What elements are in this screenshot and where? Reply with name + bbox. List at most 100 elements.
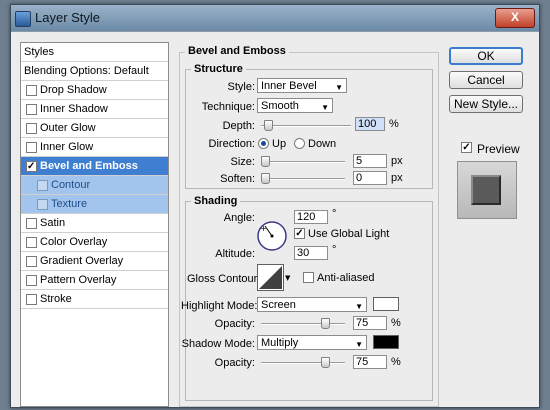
shadow-opacity-slider[interactable]: [261, 357, 345, 368]
app-icon: [15, 11, 31, 27]
slider-knob[interactable]: [261, 173, 270, 184]
altitude-input[interactable]: 30: [294, 246, 328, 260]
technique-value: Smooth: [261, 100, 299, 112]
highlight-mode-select[interactable]: Screen ▼: [257, 297, 367, 312]
sidebar-item-styles[interactable]: Styles: [21, 43, 168, 62]
shadow-mode-value: Multiply: [261, 337, 299, 349]
styles-list: Styles Blending Options: Default Drop Sh…: [20, 42, 169, 407]
technique-label: Technique:: [201, 101, 255, 113]
depth-input[interactable]: 100: [355, 117, 385, 131]
anti-aliased-checkbox[interactable]: [303, 272, 314, 283]
preview-checkbox[interactable]: ✓: [461, 142, 472, 153]
anti-aliased-label: Anti-aliased: [317, 272, 375, 284]
style-value: Inner Bevel: [261, 80, 317, 92]
highlight-opacity-slider[interactable]: [261, 318, 345, 329]
checkbox[interactable]: [26, 142, 37, 153]
sidebar-item-satin[interactable]: Satin: [21, 214, 168, 233]
depth-label: Depth:: [222, 120, 255, 132]
cancel-button[interactable]: Cancel: [449, 71, 523, 89]
angle-dial[interactable]: +: [256, 220, 288, 252]
sidebar-item-label: Gradient Overlay: [40, 255, 124, 267]
section-title: Bevel and Emboss: [185, 45, 289, 57]
shadow-mode-select[interactable]: Multiply ▼: [257, 335, 367, 350]
use-global-light-checkbox[interactable]: ✓: [294, 228, 305, 239]
close-button[interactable]: X: [495, 8, 535, 28]
sidebar-item-contour[interactable]: Contour: [21, 176, 168, 195]
slider-knob[interactable]: [261, 156, 270, 167]
angle-input[interactable]: 120: [294, 210, 328, 224]
sidebar-item-label: Inner Shadow: [40, 103, 108, 115]
sidebar-item-color-overlay[interactable]: Color Overlay: [21, 233, 168, 252]
chevron-down-icon: ▼: [321, 103, 329, 112]
direction-label: Direction:: [208, 138, 255, 150]
new-style-button[interactable]: New Style...: [449, 95, 523, 113]
checkbox[interactable]: [26, 237, 37, 248]
sidebar-item-outer-glow[interactable]: Outer Glow: [21, 119, 168, 138]
slider-knob[interactable]: [264, 120, 273, 131]
size-input[interactable]: 5: [353, 154, 387, 168]
ok-button[interactable]: OK: [449, 47, 523, 65]
soften-label: Soften:: [220, 173, 255, 185]
sidebar-item-label: Outer Glow: [40, 122, 96, 134]
slider-knob[interactable]: [321, 357, 330, 368]
direction-up-radio[interactable]: [258, 138, 269, 149]
checkbox[interactable]: [26, 275, 37, 286]
svg-text:▼: ▼: [285, 274, 291, 282]
checkbox[interactable]: [26, 256, 37, 267]
sidebar-item-blending-options[interactable]: Blending Options: Default: [21, 62, 168, 81]
checkbox[interactable]: [37, 180, 48, 191]
checkbox[interactable]: [26, 294, 37, 305]
sidebar-item-gradient-overlay[interactable]: Gradient Overlay: [21, 252, 168, 271]
sidebar-item-label: Bevel and Emboss: [40, 160, 138, 172]
style-select[interactable]: Inner Bevel ▼: [257, 78, 347, 93]
layer-style-dialog: Layer Style X Styles Blending Options: D…: [10, 4, 540, 408]
highlight-opacity-unit: %: [391, 317, 401, 329]
size-slider[interactable]: [261, 156, 345, 167]
title-bar[interactable]: Layer Style X: [11, 5, 539, 31]
depth-slider[interactable]: [261, 120, 351, 131]
checkbox[interactable]: [26, 123, 37, 134]
sidebar-item-label: Color Overlay: [40, 236, 108, 248]
sidebar-item-bevel-and-emboss[interactable]: ✓ Bevel and Emboss: [21, 157, 168, 176]
sidebar-item-drop-shadow[interactable]: Drop Shadow: [21, 81, 168, 100]
shadow-opacity-label: Opacity:: [214, 357, 255, 369]
slider-knob[interactable]: [321, 318, 330, 329]
gloss-contour-picker[interactable]: ▼: [257, 264, 291, 292]
shadow-opacity-input[interactable]: 75: [353, 355, 387, 369]
direction-up-label: Up: [272, 138, 287, 150]
structure-title: Structure: [191, 63, 246, 75]
dialog-body: Styles Blending Options: Default Drop Sh…: [11, 31, 539, 407]
sidebar-item-pattern-overlay[interactable]: Pattern Overlay: [21, 271, 168, 290]
svg-text:+: +: [260, 224, 267, 233]
highlight-color-swatch[interactable]: [373, 297, 399, 311]
checkbox[interactable]: [26, 85, 37, 96]
checkbox[interactable]: [26, 218, 37, 229]
sidebar-item-texture[interactable]: Texture: [21, 195, 168, 214]
technique-select[interactable]: Smooth ▼: [257, 98, 333, 113]
shadow-color-swatch[interactable]: [373, 335, 399, 349]
checkbox[interactable]: ✓: [26, 161, 37, 172]
direction-down-radio[interactable]: [294, 138, 305, 149]
soften-input[interactable]: 0: [353, 171, 387, 185]
sidebar-item-inner-glow[interactable]: Inner Glow: [21, 138, 168, 157]
depth-unit: %: [389, 118, 399, 130]
sidebar-item-stroke[interactable]: Stroke: [21, 290, 168, 309]
preview-label: Preview: [477, 142, 520, 156]
highlight-opacity-input[interactable]: 75: [353, 316, 387, 330]
checkbox[interactable]: [37, 199, 48, 210]
soften-unit: px: [391, 172, 403, 184]
sidebar-item-label: Contour: [51, 179, 91, 191]
sidebar-item-label: Drop Shadow: [40, 84, 107, 96]
soften-slider[interactable]: [261, 173, 345, 184]
sidebar-item-label: Inner Glow: [40, 141, 94, 153]
highlight-opacity-label: Opacity:: [214, 318, 255, 330]
window-title: Layer Style: [35, 10, 101, 25]
direction-down-label: Down: [308, 138, 337, 150]
sidebar-item-label: Texture: [51, 198, 88, 210]
altitude-label: Altitude:: [215, 248, 255, 260]
sidebar-item-label: Styles: [24, 46, 54, 58]
sidebar-item-inner-shadow[interactable]: Inner Shadow: [21, 100, 168, 119]
chevron-down-icon: ▼: [355, 302, 363, 311]
checkbox[interactable]: [26, 104, 37, 115]
shading-title: Shading: [191, 195, 241, 207]
